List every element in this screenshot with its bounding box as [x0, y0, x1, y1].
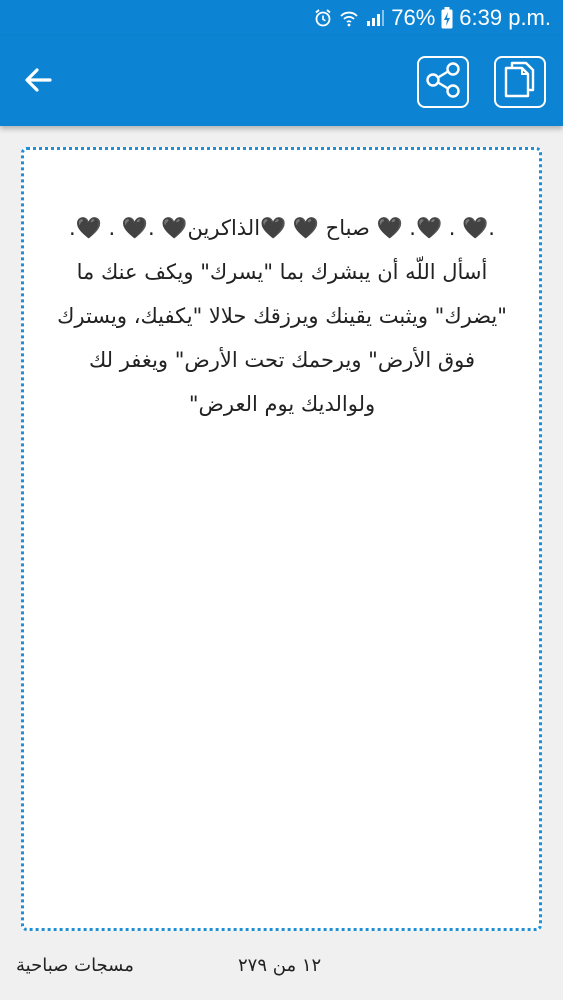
category-label: مسجات صباحية — [16, 955, 134, 976]
message-text: .🖤 . 🖤. 🖤 صباح 🖤 🖤الذاكرين🖤 .🖤 . 🖤. أسأل… — [57, 216, 507, 416]
status-time: 6:39 p.m. — [459, 5, 551, 30]
arrow-left-icon — [23, 65, 53, 99]
copy-button[interactable] — [494, 56, 546, 108]
alarm-icon — [313, 8, 333, 28]
wifi-icon — [339, 8, 359, 28]
share-icon — [424, 61, 462, 103]
signal-icon — [365, 8, 385, 28]
back-button[interactable] — [14, 58, 62, 106]
status-bar: 76% 6:39 p.m. — [0, 0, 563, 36]
copy-icon — [502, 60, 538, 104]
battery-percent: 76% — [391, 5, 436, 30]
message-counter: ١٢ من ٢٧٩ — [238, 955, 322, 976]
toolbar — [0, 36, 563, 126]
message-card: .🖤 . 🖤. 🖤 صباح 🖤 🖤الذاكرين🖤 .🖤 . 🖤. أسأل… — [21, 147, 542, 931]
footer: مسجات صباحية ١٢ من ٢٧٩ — [0, 945, 563, 990]
battery-charging-icon — [441, 7, 453, 29]
share-button[interactable] — [417, 56, 469, 108]
